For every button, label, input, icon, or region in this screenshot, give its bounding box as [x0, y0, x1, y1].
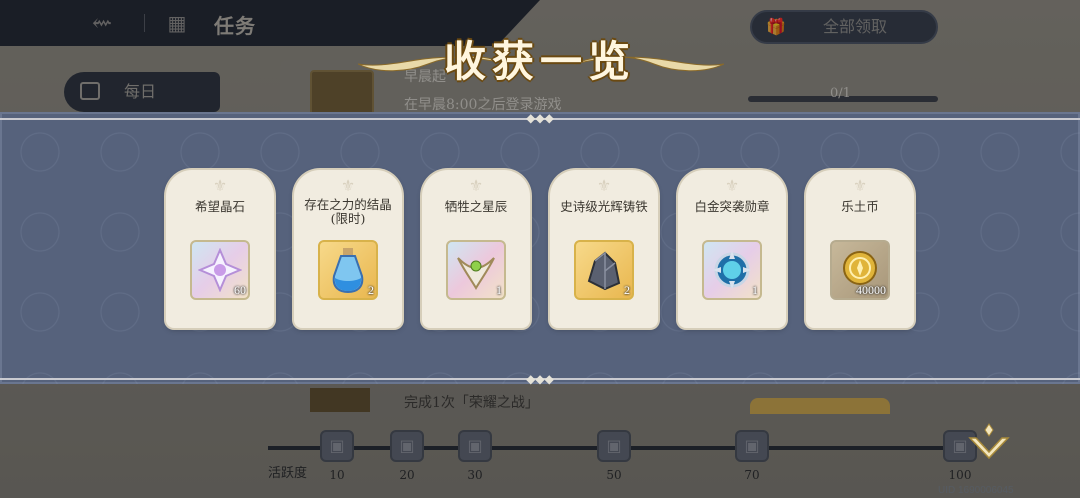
reward-item-frame: 2 — [318, 240, 378, 300]
reward-name: 牺牲之星辰 — [444, 199, 508, 214]
reward-card[interactable]: ⚜ 白金突袭勋章 1 — [678, 170, 786, 328]
reward-item-frame: 1 — [702, 240, 762, 300]
ornament-icon: ◆◆◆ — [526, 111, 554, 125]
reward-item-frame: 60 — [190, 240, 250, 300]
confirm-chevron-down-icon[interactable] — [964, 420, 1014, 470]
reward-name: 存在之力的结晶 (限时) — [304, 197, 392, 226]
reward-name: 史诗级光辉铸铁 — [560, 199, 648, 214]
ornament-icon: ◆◆◆ — [526, 372, 554, 386]
fleur-icon: ⚜ — [340, 176, 356, 195]
reward-card[interactable]: ⚜ 牺牲之星辰 1 — [422, 170, 530, 328]
reward-card[interactable]: ⚜ 乐土币 40000 — [806, 170, 914, 328]
reward-card[interactable]: ⚜ 希望晶石 60 — [166, 170, 274, 328]
reward-item-frame: 2 — [574, 240, 634, 300]
fleur-icon: ⚜ — [212, 176, 228, 195]
fleur-icon: ⚜ — [596, 176, 612, 195]
fleur-icon: ⚜ — [724, 176, 740, 195]
reward-card[interactable]: ⚜ 史诗级光辉铸铁 2 — [550, 170, 658, 328]
popup-title: 收获一览 — [443, 37, 636, 86]
fleur-icon: ⚜ — [852, 176, 868, 195]
band-pattern — [0, 112, 1080, 384]
reward-item-frame: 40000 — [830, 240, 890, 300]
reward-name: 白金突袭勋章 — [694, 199, 770, 214]
reward-quantity: 60 — [234, 283, 246, 297]
reward-quantity: 1 — [752, 283, 758, 297]
reward-item-frame: 1 — [446, 240, 506, 300]
reward-name: 希望晶石 — [194, 199, 245, 214]
reward-quantity: 2 — [368, 283, 374, 297]
reward-name: 乐土币 — [841, 199, 879, 214]
reward-quantity: 2 — [624, 283, 630, 297]
fleur-icon: ⚜ — [468, 176, 484, 195]
reward-quantity: 40000 — [856, 283, 886, 297]
reward-quantity: 1 — [496, 283, 502, 297]
reward-card[interactable]: ⚜ 存在之力的结晶 (限时) 2 — [294, 170, 402, 328]
